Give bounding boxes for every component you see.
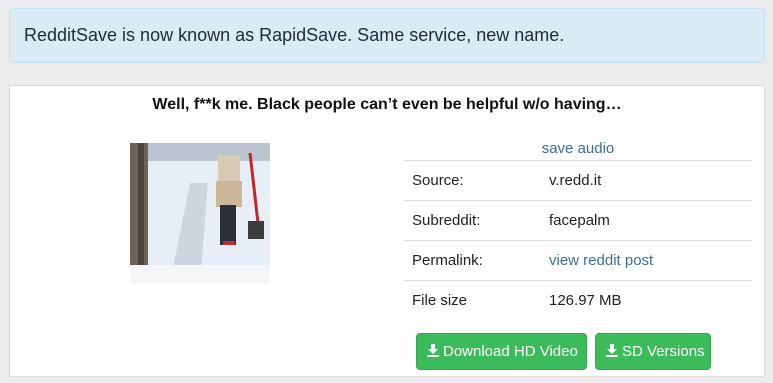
rename-notice: RedditSave is now known as RapidSave. Sa… <box>9 8 765 63</box>
download-icon <box>606 344 618 357</box>
source-value: v.redd.it <box>549 160 752 201</box>
result-card: Well, f**k me. Black people can’t even b… <box>9 85 765 377</box>
subreddit-label: Subreddit: <box>404 200 549 241</box>
subreddit-value: facepalm <box>549 200 752 241</box>
sd-versions-label: SD Versions <box>622 343 705 360</box>
download-hd-button[interactable]: Download HD Video <box>416 333 587 370</box>
download-hd-label: Download HD Video <box>443 343 578 360</box>
notice-text: RedditSave is now known as RapidSave. Sa… <box>24 25 565 45</box>
save-audio-link[interactable]: save audio <box>404 140 752 157</box>
video-thumbnail[interactable] <box>130 143 270 283</box>
table-row: Subreddit: facepalm <box>404 200 752 241</box>
table-row: Permalink: view reddit post <box>404 240 752 281</box>
download-icon <box>427 344 439 357</box>
view-reddit-post-link[interactable]: view reddit post <box>549 252 653 269</box>
sd-versions-button[interactable]: SD Versions <box>595 333 711 370</box>
table-row: Source: v.redd.it <box>404 160 752 201</box>
permalink-cell: view reddit post <box>549 240 752 281</box>
filesize-value: 126.97 MB <box>549 280 752 320</box>
video-details-table: Source: v.redd.it Subreddit: facepalm Pe… <box>404 160 752 320</box>
filesize-label: File size <box>404 280 549 320</box>
table-row: File size 126.97 MB <box>404 280 752 320</box>
permalink-label: Permalink: <box>404 240 549 281</box>
post-title: Well, f**k me. Black people can’t even b… <box>152 96 622 113</box>
source-label: Source: <box>404 160 549 201</box>
